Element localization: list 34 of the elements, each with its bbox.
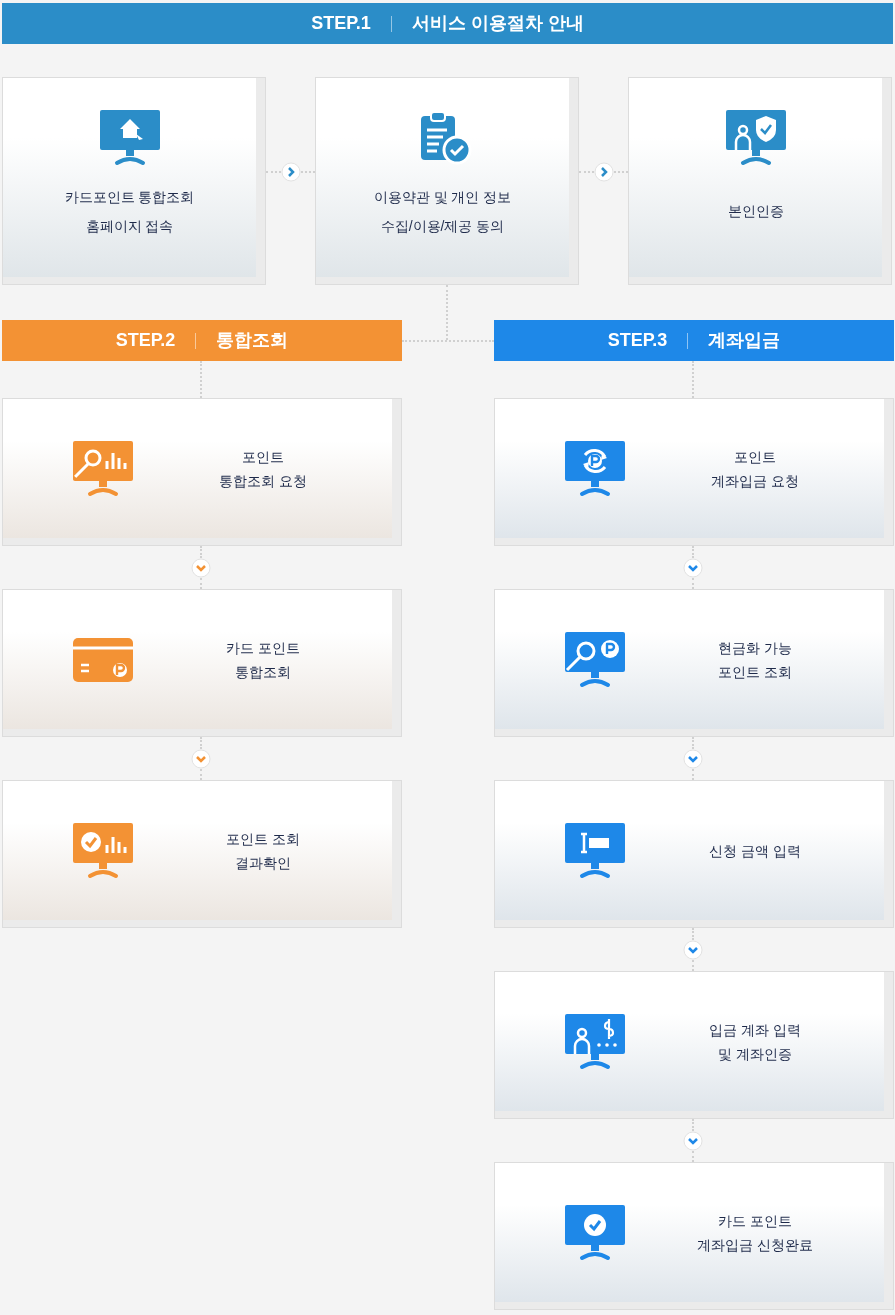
chevron-down-icon bbox=[683, 939, 703, 960]
monitor-house-icon bbox=[99, 110, 160, 166]
card-label: 카드 포인트 통합조회 bbox=[226, 638, 300, 682]
chevron-right-icon bbox=[593, 162, 614, 182]
chevron-down-icon bbox=[191, 557, 211, 578]
card-label: 이용약관 및 개인 정보 수집/이용/제공 동의 bbox=[373, 187, 512, 236]
step-number: STEP.3 bbox=[607, 329, 668, 352]
monitor-person-shield-icon bbox=[725, 110, 786, 166]
step-number: STEP.2 bbox=[115, 329, 176, 352]
card-label: 카드 포인트 계좌입금 신청완료 bbox=[697, 1211, 813, 1255]
step-title: 계좌입금 bbox=[708, 329, 781, 352]
card-label: 본인인증 bbox=[727, 202, 784, 221]
chevron-down-icon bbox=[683, 1130, 703, 1151]
chevron-down-icon bbox=[191, 748, 211, 769]
monitor-check-icon bbox=[565, 1204, 625, 1261]
card-label: 포인트 계좌입금 요청 bbox=[711, 447, 799, 491]
monitor-magnifier-coin-icon bbox=[565, 631, 625, 688]
monitor-coin-cycle-icon bbox=[565, 440, 625, 497]
chevron-right-icon bbox=[280, 162, 301, 182]
card-label: 신청 금액 입력 bbox=[709, 841, 801, 861]
step-number: STEP.1 bbox=[311, 12, 371, 35]
monitor-magnifier-chart-icon bbox=[73, 440, 133, 497]
card-label: 입금 계좌 입력 및 계좌인증 bbox=[709, 1020, 801, 1064]
chevron-down-icon bbox=[683, 748, 703, 769]
monitor-person-dollar-icon bbox=[565, 1013, 625, 1070]
step-title: 서비스 이용절차 안내 bbox=[411, 12, 584, 35]
monitor-text-cursor-icon bbox=[565, 822, 625, 879]
step-title: 통합조회 bbox=[216, 329, 289, 352]
card-label: 포인트 통합조회 요청 bbox=[219, 447, 307, 491]
chevron-down-icon bbox=[683, 557, 703, 578]
card-label: 카드포인트 통합조회 홈페이지 접속 bbox=[64, 187, 195, 236]
card-label: 현금화 가능 포인트 조회 bbox=[718, 638, 792, 682]
monitor-check-chart-icon bbox=[73, 822, 133, 879]
card-label: 포인트 조회 결과확인 bbox=[226, 829, 300, 873]
